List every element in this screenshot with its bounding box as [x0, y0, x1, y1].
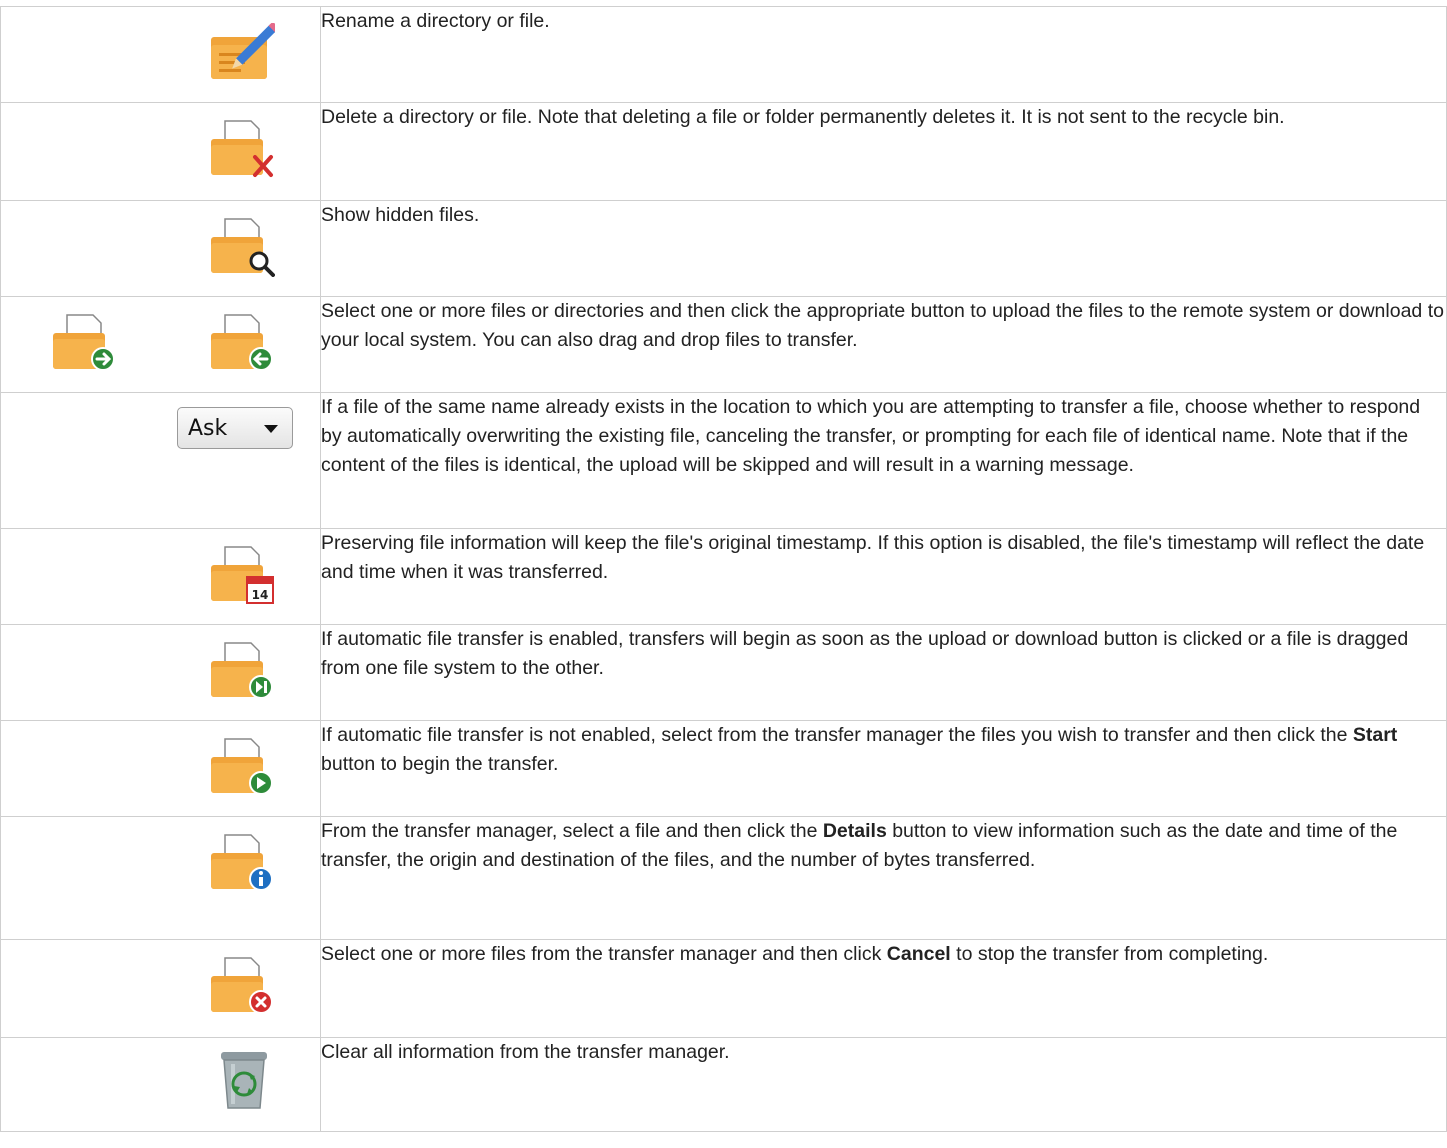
row-description: Rename a directory or file. — [320, 6, 1447, 103]
folder-upload-icon[interactable] — [51, 313, 117, 373]
icon-cell: Ask — [0, 392, 321, 529]
table-row: If automatic file transfer is enabled, t… — [0, 624, 1447, 721]
icon-cell: 14 — [0, 528, 321, 625]
icon-cell — [0, 296, 321, 393]
bold-term: Start — [1352, 724, 1398, 746]
table-row: Clear all information from the transfer … — [0, 1037, 1447, 1132]
icon-cell — [0, 939, 321, 1038]
overwrite-mode-select[interactable]: Ask — [177, 407, 293, 449]
chevron-down-icon — [264, 425, 278, 433]
table-row: Select one or more files or directories … — [0, 296, 1447, 393]
folder-rename-icon[interactable] — [209, 23, 275, 83]
table-row: Rename a directory or file. — [0, 6, 1447, 103]
icon-cell — [0, 102, 321, 201]
icon-cell — [0, 1037, 321, 1132]
folder-delete-icon[interactable] — [209, 119, 275, 179]
row-description: Select one or more files from the transf… — [320, 939, 1447, 1038]
table-row: From the transfer manager, select a file… — [0, 816, 1447, 940]
folder-auto-transfer-icon[interactable] — [209, 641, 275, 701]
row-description: If automatic file transfer is enabled, t… — [320, 624, 1447, 721]
folder-calendar-icon[interactable]: 14 — [209, 545, 275, 605]
folder-cancel-icon[interactable] — [209, 956, 275, 1016]
table-row: Select one or more files from the transf… — [0, 939, 1447, 1038]
row-description: From the transfer manager, select a file… — [320, 816, 1447, 940]
table-row: Ask If a file of the same name already e… — [0, 392, 1447, 529]
calendar-day: 14 — [252, 588, 269, 602]
table-row: Show hidden files. — [0, 200, 1447, 297]
row-description: If a file of the same name already exist… — [320, 392, 1447, 529]
table-row: If automatic file transfer is not enable… — [0, 720, 1447, 817]
folder-info-icon[interactable] — [209, 833, 275, 893]
row-description: Preserving file information will keep th… — [320, 528, 1447, 625]
row-description: Delete a directory or file. Note that de… — [320, 102, 1447, 201]
row-description: Select one or more files or directories … — [320, 296, 1447, 393]
table-row: 14 Preserving file information will keep… — [0, 528, 1447, 625]
folder-download-icon[interactable] — [209, 313, 275, 373]
recycle-bin-icon[interactable] — [213, 1050, 279, 1110]
select-value: Ask — [188, 416, 228, 441]
folder-start-icon[interactable] — [209, 737, 275, 797]
toolbar-reference-table: Rename a directory or file. Delete a dir… — [0, 6, 1447, 1132]
icon-cell — [0, 720, 321, 817]
icon-cell — [0, 816, 321, 940]
row-description: Show hidden files. — [320, 200, 1447, 297]
bold-term: Details — [822, 820, 887, 842]
icon-cell — [0, 624, 321, 721]
icon-cell — [0, 6, 321, 103]
row-description: Clear all information from the transfer … — [320, 1037, 1447, 1132]
row-description: If automatic file transfer is not enable… — [320, 720, 1447, 817]
icon-cell — [0, 200, 321, 297]
folder-search-icon[interactable] — [209, 217, 275, 277]
bold-term: Cancel — [886, 943, 951, 965]
table-row: Delete a directory or file. Note that de… — [0, 102, 1447, 201]
